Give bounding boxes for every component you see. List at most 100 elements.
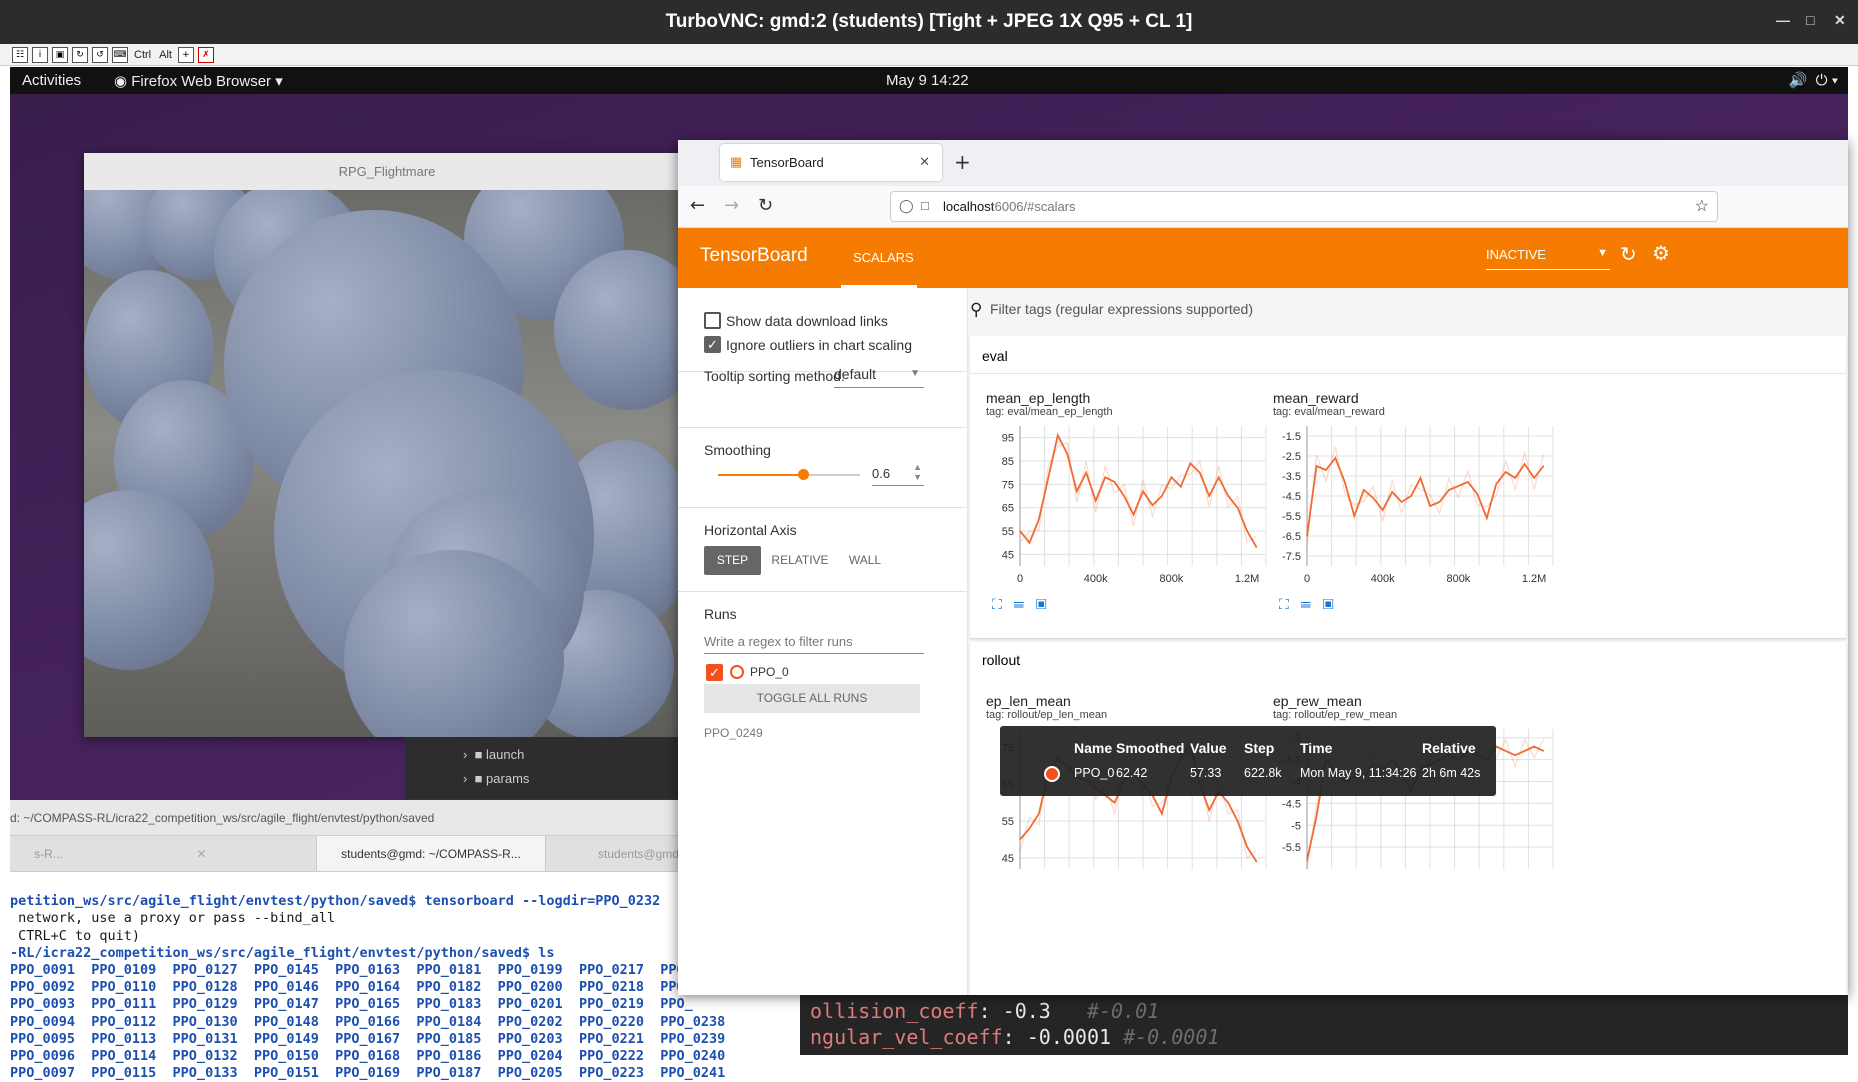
minimize-icon[interactable]: —	[1776, 12, 1790, 28]
terminal-tab-active[interactable]: students@gmd: ~/COMPASS-R...	[316, 836, 546, 871]
activities-button[interactable]: Activities	[22, 72, 81, 89]
expand-icon[interactable]: ⛶	[1279, 596, 1289, 612]
search-icon: ⚲	[970, 300, 983, 319]
smoothing-slider-handle[interactable]	[798, 469, 810, 480]
maximize-icon[interactable]: □	[1806, 12, 1814, 28]
tensorboard-favicon-icon: ▦	[730, 154, 743, 169]
tree-item-launch[interactable]: › ■ launch	[463, 747, 524, 762]
y-tick-label: -1.5	[1282, 431, 1301, 443]
bookmark-star-icon[interactable]: ☆	[1695, 196, 1709, 216]
x-tick-label: 800k	[1446, 573, 1470, 585]
fullscreen-icon[interactable]: ▣	[52, 46, 68, 63]
folder-icon: ■	[474, 747, 483, 762]
forward-icon[interactable]: →	[724, 195, 739, 216]
info-icon[interactable]: i	[32, 46, 48, 63]
browser-tab[interactable]: ▦ TensorBoard ✕	[720, 144, 942, 181]
haxis-wall-button[interactable]: WALL	[840, 546, 890, 575]
haxis-relative-button[interactable]: RELATIVE	[770, 546, 830, 575]
tooltip-header: Step	[1244, 740, 1275, 756]
clock[interactable]: May 9 14:22	[886, 72, 969, 89]
reload-icon[interactable]: ↻	[758, 195, 773, 216]
terminal-tab-close[interactable]: ✕	[87, 836, 316, 871]
chart-toolbar: ⛶ ☰ ▣	[992, 596, 1047, 613]
data-point	[1066, 453, 1068, 455]
close-icon[interactable]: ✕	[1834, 12, 1846, 29]
disconnect-icon[interactable]: ✗	[197, 46, 214, 63]
keyboard-icon[interactable]: ⌨	[112, 46, 128, 63]
data-point	[1363, 489, 1365, 491]
data-point	[1132, 514, 1135, 516]
tooltip-header: Relative	[1422, 740, 1476, 756]
gear-icon[interactable]: ⚙	[1652, 241, 1670, 266]
new-connection-icon[interactable]: +	[177, 46, 194, 63]
code-editor[interactable]: ollision_coeff: -0.3 #-0.01 ngular_vel_c…	[800, 995, 1848, 1055]
data-point	[1142, 490, 1144, 492]
back-icon[interactable]: ←	[690, 195, 705, 216]
app-menu[interactable]: ◉ Firefox Web Browser ▾	[114, 72, 283, 90]
url-bar[interactable]: ◯ □ localhost:6006/#scalars ☆	[890, 191, 1718, 222]
show-download-checkbox[interactable]	[704, 312, 721, 329]
data-point	[1218, 476, 1220, 478]
ignore-outliers-checkbox[interactable]: ✓	[704, 336, 721, 353]
run-color-icon[interactable]	[730, 665, 744, 679]
data-point	[1237, 507, 1239, 509]
stepper-icon[interactable]: ▲ ▼	[913, 462, 922, 482]
smoothing-input[interactable]: 0.6 ▲ ▼	[872, 462, 924, 486]
close-tab-icon[interactable]: ✕	[919, 154, 930, 170]
ctrl-key-button[interactable]: Ctrl	[132, 49, 153, 61]
new-tab-icon[interactable]: +	[954, 150, 971, 174]
chart-title: ep_rew_mean	[1273, 693, 1362, 709]
tag-filter[interactable]: ⚲ Filter tags (regular expressions suppo…	[968, 288, 1848, 332]
tab-scalars[interactable]: SCALARS	[841, 228, 917, 288]
fit-domain-icon[interactable]: ▣	[1323, 596, 1334, 612]
data-point	[1476, 493, 1478, 495]
data-point	[1170, 476, 1172, 478]
x-tick-label: 1.2M	[1522, 573, 1546, 585]
sync-icon[interactable]: ↺	[92, 46, 108, 63]
terminal-tab[interactable]: s-R...	[10, 836, 87, 871]
flightmare-viewport[interactable]	[84, 190, 690, 737]
y-tick-label: -5.5	[1282, 842, 1301, 854]
y-tick-label: -2.5	[1282, 451, 1301, 463]
options-icon[interactable]: ☷	[12, 46, 28, 63]
group-title[interactable]: rollout	[982, 652, 1020, 668]
show-download-label: Show data download links	[726, 313, 888, 329]
firefox-icon: ◉	[114, 73, 132, 90]
url-path: :6006/#scalars	[991, 199, 1076, 214]
y-tick-label: 85	[1002, 456, 1014, 468]
chart-plot[interactable]: -1.5 -2.5 -3.5 -4.5 -5.5 -6.5 -7.50 400k 800k 1.2…	[1273, 420, 1563, 596]
fit-domain-icon[interactable]: ▣	[1036, 596, 1047, 612]
data-point	[1028, 542, 1031, 544]
flightmare-window: RPG_Flightmare	[84, 153, 690, 737]
tensorboard-main: ⚲ Filter tags (regular expressions suppo…	[968, 288, 1848, 995]
folder-icon: ■	[474, 771, 483, 786]
tree-item-params[interactable]: › ■ params	[463, 771, 529, 786]
run-status-select[interactable]: INACTIVE ▼	[1486, 244, 1610, 270]
group-title[interactable]: eval	[982, 348, 1008, 364]
data-point	[1114, 481, 1116, 483]
smoothing-slider[interactable]	[718, 469, 860, 480]
data-point	[1038, 813, 1040, 815]
chart-plot[interactable]: 95 85 75 65 55 450 400k 800k 1.2M	[986, 420, 1276, 596]
tooltip-sort-select[interactable]: default ▼	[834, 364, 924, 388]
haxis-step-button[interactable]: STEP	[704, 546, 761, 575]
toggle-all-runs-button[interactable]: TOGGLE ALL RUNS	[704, 684, 920, 713]
alt-key-button[interactable]: Alt	[157, 49, 174, 61]
expand-icon[interactable]: ⛶	[992, 596, 1002, 612]
code-line: ngular_vel_coeff: -0.0001 #-0.0001	[810, 1025, 1220, 1049]
runs-filter-input[interactable]: Write a regex to filter runs	[704, 628, 924, 654]
tooltip-header: Value	[1190, 740, 1227, 756]
vnc-title-bar: TurboVNC: gmd:2 (students) [Tight + JPEG…	[0, 0, 1858, 44]
run-checkbox[interactable]: ✓	[706, 664, 723, 681]
data-toggle-icon[interactable]: ☰	[1013, 596, 1024, 612]
series-line	[1306, 456, 1545, 537]
refresh-icon[interactable]: ↻	[72, 46, 88, 63]
data-point	[1542, 465, 1545, 467]
url-host: localhost	[943, 199, 995, 214]
data-point	[1419, 477, 1422, 479]
data-toggle-icon[interactable]: ☰	[1300, 596, 1311, 612]
vnc-title: TurboVNC: gmd:2 (students) [Tight + JPEG…	[665, 11, 1193, 32]
refresh-icon[interactable]: ↻	[1620, 242, 1637, 267]
ls-row: PPO_0093 PPO_0111 PPO_0129 PPO_0147 PPO_…	[10, 996, 693, 1013]
system-menu[interactable]: 🔊 ⏻ ▾	[1789, 71, 1838, 89]
